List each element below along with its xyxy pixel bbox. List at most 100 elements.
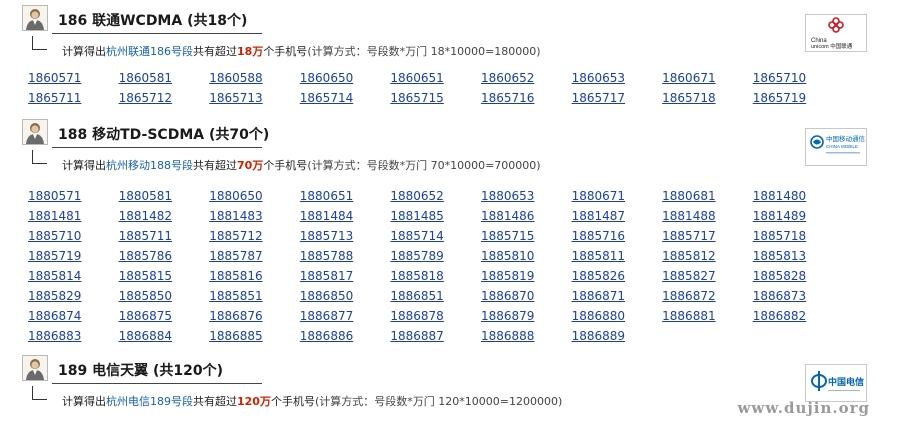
summary-middle: 共有超过 [193, 395, 237, 408]
number-link[interactable]: 1885814 [28, 266, 119, 286]
number-link[interactable]: 1865714 [300, 88, 391, 108]
number-link[interactable]: 1885815 [119, 266, 210, 286]
number-link[interactable]: 1880651 [300, 186, 391, 206]
number-link[interactable]: 1865715 [390, 88, 481, 108]
number-link[interactable]: 1865711 [28, 88, 119, 108]
number-link[interactable]: 1860651 [390, 68, 481, 88]
number-link[interactable]: 1860653 [572, 68, 663, 88]
city-link[interactable]: 杭州联通186号段 [106, 45, 193, 58]
china-unicom-logo: China unicom 中国联通 [805, 14, 867, 52]
number-link[interactable]: 1880653 [481, 186, 572, 206]
number-link[interactable]: 1880650 [209, 186, 300, 206]
section-summary: 计算得出杭州联通186号段共有超过18万个手机号(计算方式：号段数*万门 18*… [62, 43, 541, 59]
number-link[interactable]: 1885829 [28, 286, 119, 306]
number-link[interactable]: 1881489 [753, 206, 844, 226]
number-link[interactable]: 1885715 [481, 226, 572, 246]
number-link[interactable]: 1885827 [662, 266, 753, 286]
number-link[interactable]: 1865712 [119, 88, 210, 108]
summary-suffix: 个手机号 [263, 159, 308, 172]
number-link[interactable]: 1860652 [481, 68, 572, 88]
number-link[interactable]: 1865719 [753, 88, 844, 108]
number-link[interactable]: 1881487 [572, 206, 663, 226]
number-link[interactable]: 1885818 [390, 266, 481, 286]
number-link[interactable]: 1886878 [390, 306, 481, 326]
number-link[interactable]: 1886883 [28, 326, 119, 346]
number-link[interactable]: 1881486 [481, 206, 572, 226]
number-link[interactable]: 1860650 [300, 68, 391, 88]
number-link[interactable]: 1885828 [753, 266, 844, 286]
number-link[interactable]: 1865716 [481, 88, 572, 108]
formula-text: (计算方式：号段数*万门 120*10000=1200000) [314, 395, 563, 408]
number-link[interactable]: 1885717 [662, 226, 753, 246]
number-link[interactable]: 1860671 [662, 68, 753, 88]
number-link[interactable]: 1886851 [390, 286, 481, 306]
number-link[interactable]: 1880571 [28, 186, 119, 206]
summary-prefix: 计算得出 [62, 45, 106, 58]
number-link[interactable]: 1886882 [753, 306, 844, 326]
number-link[interactable]: 1885812 [662, 246, 753, 266]
number-link[interactable]: 1881483 [209, 206, 300, 226]
number-link[interactable]: 1886889 [572, 326, 663, 346]
number-link[interactable]: 1860571 [28, 68, 119, 88]
number-link[interactable]: 1885718 [753, 226, 844, 246]
number-link[interactable]: 1886885 [209, 326, 300, 346]
number-link[interactable]: 1886888 [481, 326, 572, 346]
number-link[interactable]: 1885712 [209, 226, 300, 246]
summary-middle: 共有超过 [193, 159, 237, 172]
number-link[interactable]: 1885851 [209, 286, 300, 306]
number-link[interactable]: 1885816 [209, 266, 300, 286]
number-link[interactable]: 1885850 [119, 286, 210, 306]
city-link[interactable]: 杭州电信189号段 [106, 395, 193, 408]
number-link[interactable]: 1886873 [753, 286, 844, 306]
number-link[interactable]: 1881480 [753, 186, 844, 206]
number-link[interactable]: 1880581 [119, 186, 210, 206]
number-link[interactable]: 1885716 [572, 226, 663, 246]
number-link[interactable]: 1885787 [209, 246, 300, 266]
number-link[interactable]: 1886884 [119, 326, 210, 346]
number-link[interactable]: 1886879 [481, 306, 572, 326]
number-link[interactable]: 1885713 [300, 226, 391, 246]
number-link[interactable]: 1881481 [28, 206, 119, 226]
number-link[interactable]: 1880671 [572, 186, 663, 206]
number-link[interactable]: 1886886 [300, 326, 391, 346]
number-link[interactable]: 1885819 [481, 266, 572, 286]
number-link[interactable]: 1885711 [119, 226, 210, 246]
number-link[interactable]: 1885710 [28, 226, 119, 246]
number-link[interactable]: 1886850 [300, 286, 391, 306]
number-link[interactable]: 1865718 [662, 88, 753, 108]
number-link[interactable]: 1886874 [28, 306, 119, 326]
number-link[interactable]: 1886877 [300, 306, 391, 326]
number-link[interactable]: 1886870 [481, 286, 572, 306]
number-link[interactable]: 1885786 [119, 246, 210, 266]
number-link[interactable]: 1880681 [662, 186, 753, 206]
number-link[interactable]: 1885788 [300, 246, 391, 266]
number-link[interactable]: 1881485 [390, 206, 481, 226]
number-link[interactable]: 1886875 [119, 306, 210, 326]
number-link[interactable]: 1886872 [662, 286, 753, 306]
number-link[interactable]: 1865710 [753, 68, 844, 88]
number-link[interactable]: 1885813 [753, 246, 844, 266]
number-link[interactable]: 1860581 [119, 68, 210, 88]
number-link[interactable]: 1881484 [300, 206, 391, 226]
number-link[interactable]: 1885826 [572, 266, 663, 286]
number-link[interactable]: 1885714 [390, 226, 481, 246]
summary-prefix: 计算得出 [62, 159, 106, 172]
number-link[interactable]: 1886876 [209, 306, 300, 326]
number-link[interactable]: 1865717 [572, 88, 663, 108]
number-link[interactable]: 1865713 [209, 88, 300, 108]
number-link[interactable]: 1860588 [209, 68, 300, 88]
number-link[interactable]: 1881488 [662, 206, 753, 226]
number-link[interactable]: 1886871 [572, 286, 663, 306]
number-link[interactable]: 1885817 [300, 266, 391, 286]
number-link[interactable]: 1886887 [390, 326, 481, 346]
number-link[interactable]: 1881482 [119, 206, 210, 226]
number-link[interactable]: 1880652 [390, 186, 481, 206]
number-link[interactable]: 1885810 [481, 246, 572, 266]
number-link[interactable]: 1885811 [572, 246, 663, 266]
number-link[interactable]: 1885719 [28, 246, 119, 266]
site-watermark: www.dujin.org [737, 399, 870, 417]
city-link[interactable]: 杭州移动188号段 [106, 159, 193, 172]
number-link[interactable]: 1885789 [390, 246, 481, 266]
number-link[interactable]: 1886881 [662, 306, 753, 326]
number-link[interactable]: 1886880 [572, 306, 663, 326]
